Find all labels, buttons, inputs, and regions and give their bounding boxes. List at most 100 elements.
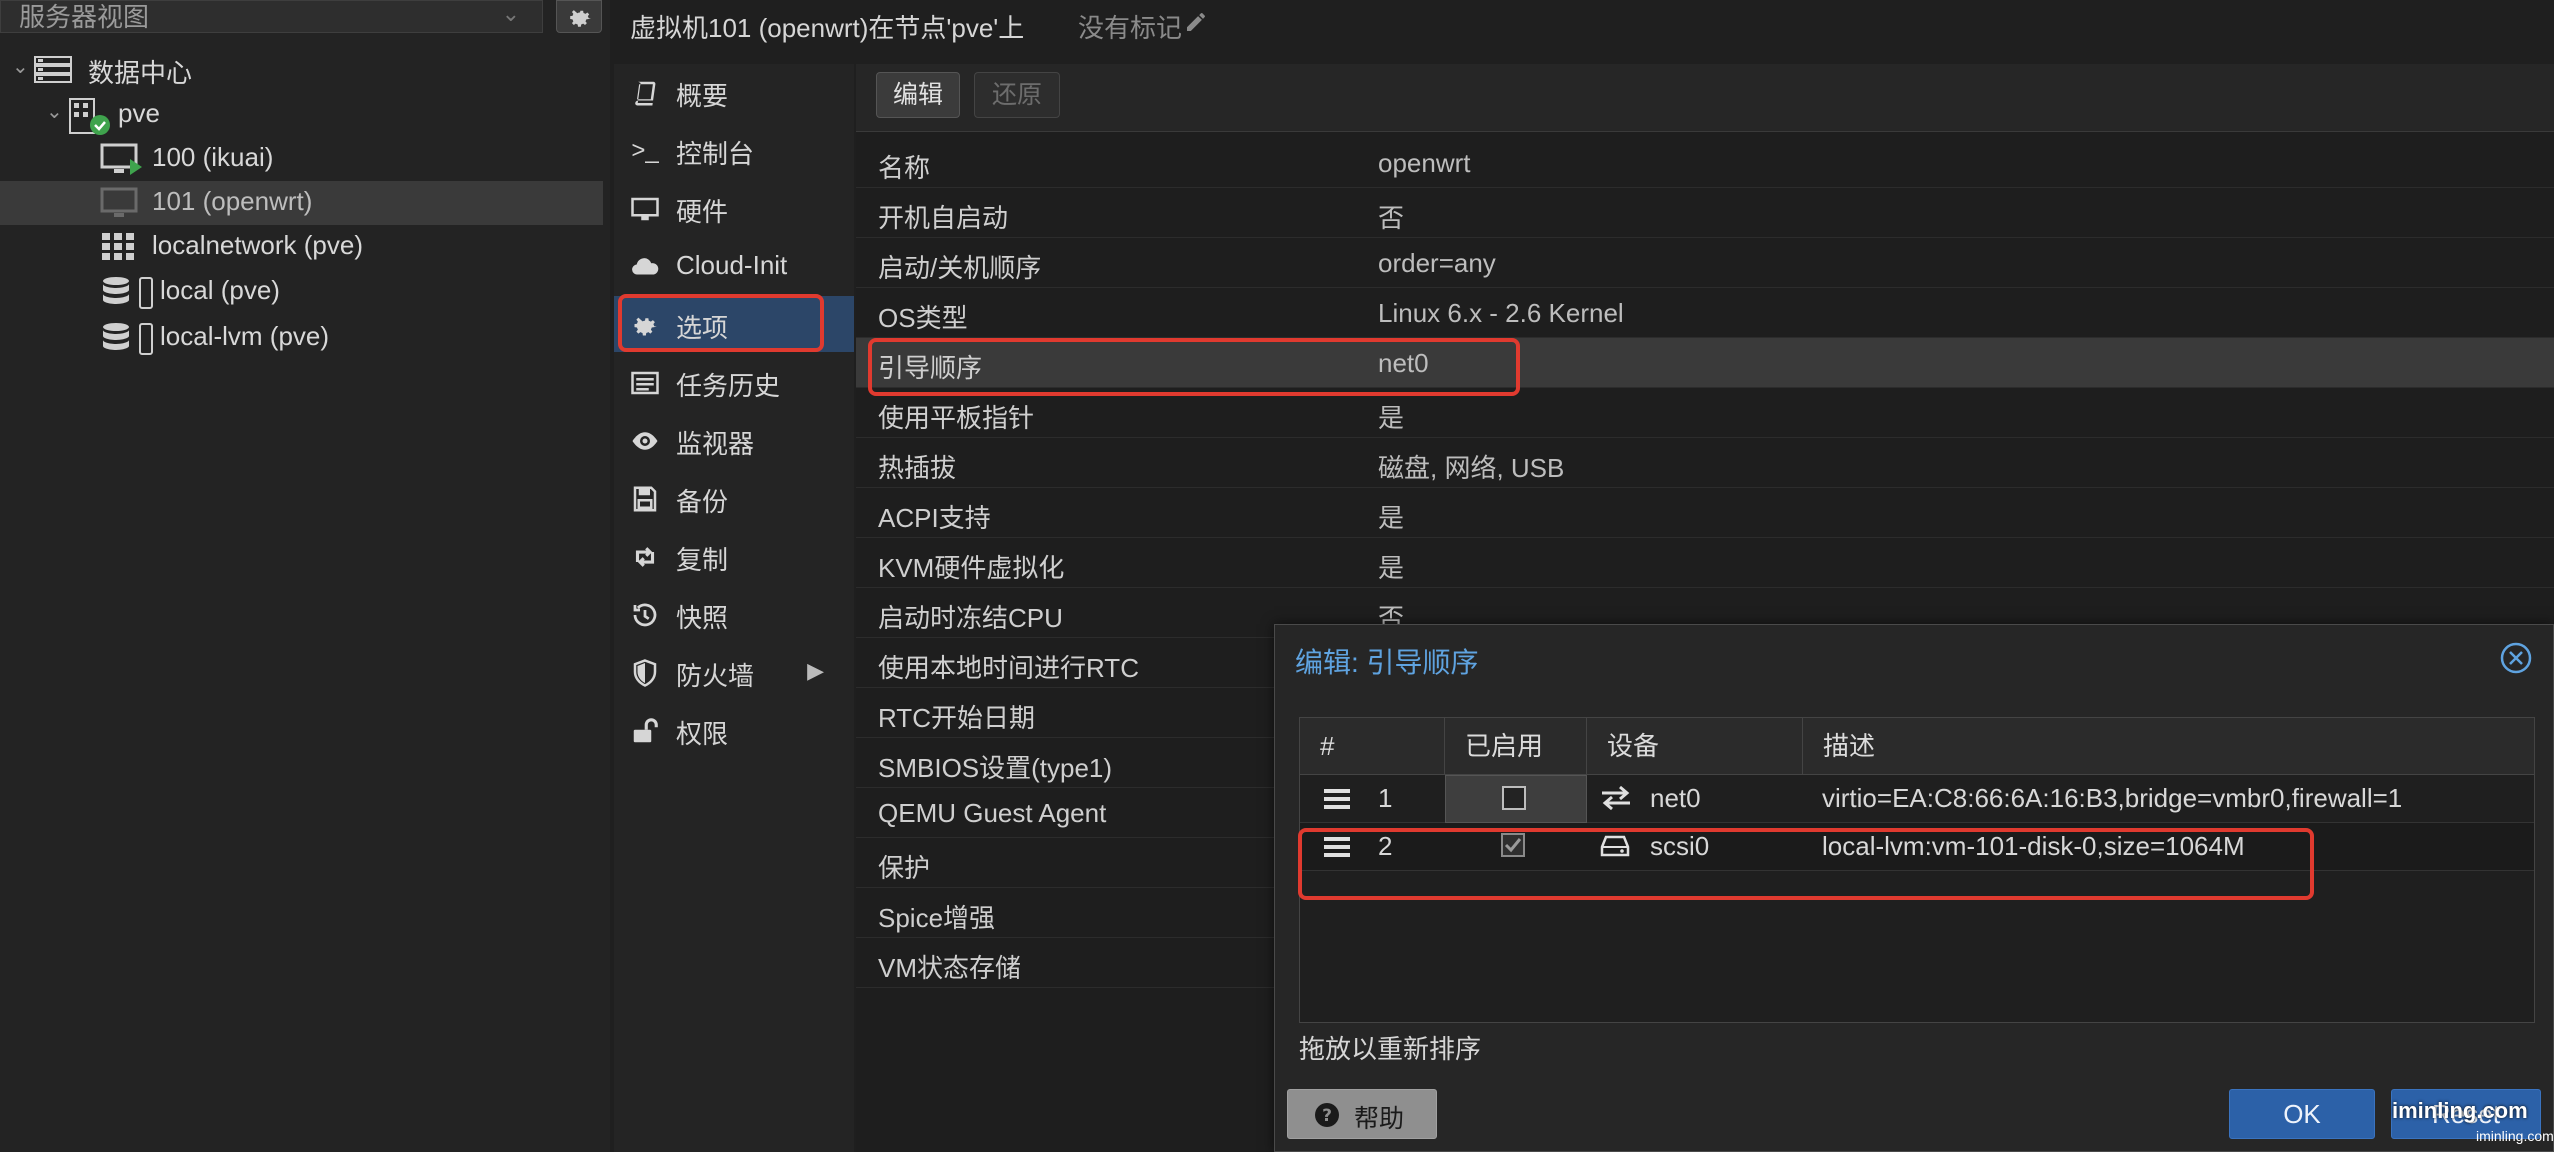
watermark: iminling.com bbox=[2392, 1098, 2528, 1123]
option-key: 使用平板指针 bbox=[878, 403, 1035, 433]
option-value: openwrt bbox=[1378, 148, 1471, 178]
pencil-icon[interactable] bbox=[1184, 10, 1208, 34]
nav-item-firewall[interactable]: 防火墙 ▶ bbox=[614, 644, 854, 700]
nav-item-label: 概要 bbox=[676, 81, 729, 111]
device-name: scsi0 bbox=[1650, 831, 1710, 861]
column-header-device[interactable]: 设备 bbox=[1587, 718, 1803, 774]
help-button-label: 帮助 bbox=[1354, 1105, 1405, 1133]
option-key: Spice增强 bbox=[878, 903, 996, 933]
list-icon bbox=[631, 371, 659, 395]
nav-item-label: 硬件 bbox=[676, 197, 729, 227]
tree-item-vm-101[interactable]: 101 (openwrt) bbox=[0, 181, 603, 225]
nav-item-permissions[interactable]: 权限 bbox=[614, 702, 854, 758]
option-row-acpi[interactable]: ACPI支持 是 bbox=[856, 488, 2554, 538]
monitor-icon bbox=[631, 197, 659, 221]
resource-tree-panel: 服务器视图 ⌄ ⌄ 数据中心 ⌄ pve 100 (ikuai) 101 (op… bbox=[0, 0, 610, 1152]
retweet-icon bbox=[635, 547, 655, 567]
chevron-down-icon[interactable]: ⌄ bbox=[12, 54, 29, 79]
edit-button[interactable]: 编辑 bbox=[876, 72, 960, 118]
boot-device-row[interactable]: 2 scsi0 local-lvm:vm-101-disk-0,size=106… bbox=[1300, 823, 2534, 871]
nav-item-label: 防火墙 bbox=[676, 661, 755, 691]
nav-item-snapshot[interactable]: 快照 bbox=[614, 586, 854, 642]
running-status-icon bbox=[90, 115, 110, 135]
enabled-checkbox[interactable] bbox=[1502, 786, 1526, 810]
gear-icon bbox=[570, 10, 591, 27]
tree-item-storage-local[interactable]: local (pve) bbox=[0, 270, 603, 314]
nav-item-cloud-init[interactable]: Cloud-Init bbox=[614, 238, 854, 294]
hard-drive-icon bbox=[1600, 835, 1630, 857]
tree-item-datacenter[interactable]: ⌄ 数据中心 bbox=[0, 48, 603, 92]
tree-item-vm-100[interactable]: 100 (ikuai) bbox=[0, 137, 603, 181]
boot-device-row[interactable]: 1 net0 virtio=EA:C8:66:6A:16:B3,bridge=v… bbox=[1300, 775, 2534, 823]
tree-item-storage-local-lvm[interactable]: local-lvm (pve) bbox=[0, 316, 603, 360]
watermark-small: iminling.com bbox=[2476, 1128, 2554, 1144]
option-value: Linux 6.x - 2.6 Kernel bbox=[1378, 298, 1624, 328]
revert-button[interactable]: 还原 bbox=[974, 72, 1060, 118]
enabled-checkbox[interactable] bbox=[1501, 833, 1525, 857]
tags-placeholder: 没有标记 bbox=[1078, 13, 1183, 43]
nav-item-replication[interactable]: 复制 bbox=[614, 528, 854, 584]
enabled-cell bbox=[1445, 823, 1587, 871]
option-row-name[interactable]: 名称 openwrt bbox=[856, 138, 2554, 188]
view-selector-label: 服务器视图 bbox=[19, 2, 150, 32]
tree-item-label: localnetwork (pve) bbox=[152, 230, 363, 260]
nav-item-label: 权限 bbox=[676, 719, 729, 749]
option-value: net0 bbox=[1378, 348, 1429, 378]
option-row-boot-order[interactable]: 引导顺序 net0 bbox=[856, 338, 2554, 388]
column-header-enabled[interactable]: 已启用 bbox=[1445, 718, 1587, 774]
tree-item-label: pve bbox=[118, 98, 160, 128]
server-rack-icon bbox=[34, 56, 72, 83]
option-key: 保护 bbox=[878, 853, 931, 883]
vm-nav-menu: 概要 >_ 控制台 硬件 Cloud-Init 选项 任务历史 监视器 备份 复… bbox=[614, 64, 854, 1152]
tree-item-label: local-lvm (pve) bbox=[160, 321, 330, 351]
option-row-ostype[interactable]: OS类型 Linux 6.x - 2.6 Kernel bbox=[856, 288, 2554, 338]
shield-icon bbox=[633, 659, 657, 687]
option-row-startup[interactable]: 启动/关机顺序 order=any bbox=[856, 238, 2554, 288]
caret-right-icon[interactable]: ▶ bbox=[807, 658, 824, 684]
nav-item-options[interactable]: 选项 bbox=[614, 296, 854, 352]
dialog-title: 编辑: 引导顺序 bbox=[1295, 647, 1479, 678]
drag-handle-icon[interactable] bbox=[1324, 789, 1350, 809]
help-button[interactable]: ? 帮助 bbox=[1287, 1089, 1437, 1139]
nav-item-task-history[interactable]: 任务历史 bbox=[614, 354, 854, 410]
svg-text:?: ? bbox=[1322, 1106, 1332, 1126]
ok-button[interactable]: OK bbox=[2229, 1089, 2375, 1139]
option-value: 是 bbox=[1378, 403, 1405, 433]
option-row-hotplug[interactable]: 热插拔 磁盘, 网络, USB bbox=[856, 438, 2554, 488]
options-toolbar: 编辑 还原 bbox=[856, 64, 2554, 132]
device-description: virtio=EA:C8:66:6A:16:B3,bridge=vmbr0,fi… bbox=[1822, 783, 2403, 813]
exchange-arrows-icon bbox=[1602, 785, 1630, 811]
tree-item-localnetwork[interactable]: localnetwork (pve) bbox=[0, 225, 603, 269]
cloud-icon bbox=[632, 258, 659, 275]
page-title: 虚拟机101 (openwrt)在节点'pve'上 bbox=[630, 13, 1025, 43]
nav-item-label: 控制台 bbox=[676, 139, 755, 169]
view-selector[interactable]: 服务器视图 ⌄ bbox=[0, 0, 543, 33]
option-key: 热插拔 bbox=[878, 453, 957, 483]
nav-item-label: 快照 bbox=[676, 603, 729, 633]
option-row-kvm[interactable]: KVM硬件虚拟化 是 bbox=[856, 538, 2554, 588]
tree-item-label: 101 (openwrt) bbox=[152, 186, 313, 216]
option-row-tablet[interactable]: 使用平板指针 是 bbox=[856, 388, 2554, 438]
nav-item-backup[interactable]: 备份 bbox=[614, 470, 854, 526]
nav-item-console[interactable]: >_ 控制台 bbox=[614, 122, 854, 178]
nav-item-summary[interactable]: 概要 bbox=[614, 64, 854, 120]
close-icon[interactable] bbox=[2499, 641, 2533, 675]
book-icon bbox=[635, 81, 656, 106]
option-value: 是 bbox=[1378, 553, 1405, 583]
nav-item-hardware[interactable]: 硬件 bbox=[614, 180, 854, 236]
checkmark-icon bbox=[1504, 838, 1522, 853]
nav-item-monitor[interactable]: 监视器 bbox=[614, 412, 854, 468]
tree-settings-button[interactable] bbox=[556, 0, 602, 33]
grid-header: # 已启用 设备 描述 bbox=[1300, 718, 2534, 775]
option-row-onboot[interactable]: 开机自启动 否 bbox=[856, 188, 2554, 238]
tree-item-label: local (pve) bbox=[160, 275, 280, 305]
column-header-number[interactable]: # bbox=[1300, 718, 1445, 774]
column-header-description[interactable]: 描述 bbox=[1803, 718, 2534, 774]
chevron-down-icon: ⌄ bbox=[501, 1, 520, 26]
tree-item-node-pve[interactable]: ⌄ pve bbox=[0, 93, 603, 137]
option-key: 使用本地时间进行RTC bbox=[878, 653, 1139, 683]
gear-icon bbox=[634, 317, 657, 336]
drag-handle-icon[interactable] bbox=[1324, 837, 1350, 857]
terminal-icon: >_ bbox=[631, 137, 659, 164]
chevron-down-icon[interactable]: ⌄ bbox=[46, 99, 63, 124]
